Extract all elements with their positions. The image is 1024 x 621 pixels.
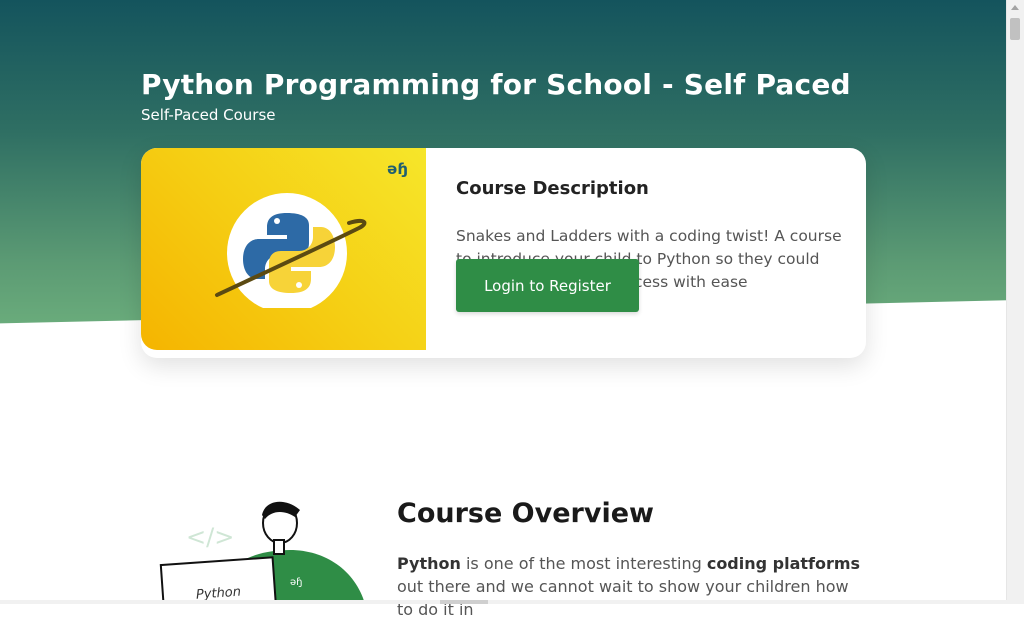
- course-overview-heading: Course Overview: [397, 498, 654, 529]
- login-to-register-button[interactable]: Login to Register: [456, 259, 639, 312]
- overview-bold-coding-platforms: coding platforms: [706, 554, 861, 573]
- scrollbar-thumb[interactable]: [1010, 18, 1020, 40]
- page-title: Python Programming for School - Self Pac…: [141, 68, 851, 101]
- horizontal-scrollbar[interactable]: [0, 600, 1007, 604]
- gfg-shirt-logo-icon: əɧ: [290, 577, 303, 588]
- scroll-up-icon[interactable]: [1011, 5, 1019, 10]
- code-tag-icon: </>: [186, 523, 234, 551]
- page-subtitle: Self-Paced Course: [141, 106, 276, 124]
- overview-text-fragment: is one of the most interesting: [460, 554, 707, 573]
- gfg-logo-icon: əɧ: [387, 160, 408, 178]
- python-logo-icon: [215, 193, 367, 308]
- course-description-heading: Course Description: [456, 178, 649, 199]
- overview-text-fragment: out there and we cannot wait to show you…: [397, 577, 849, 619]
- vertical-scrollbar[interactable]: [1006, 0, 1024, 604]
- course-card: əɧ Course Description Snakes and Ladders…: [141, 148, 866, 358]
- course-banner: əɧ: [141, 148, 426, 350]
- horizontal-scrollbar-thumb[interactable]: [440, 600, 488, 604]
- student-with-laptop-illustration: </> əɧ Python: [159, 501, 365, 604]
- course-overview-text: Python is one of the most interesting co…: [397, 552, 867, 621]
- overview-bold-python: Python: [397, 554, 461, 573]
